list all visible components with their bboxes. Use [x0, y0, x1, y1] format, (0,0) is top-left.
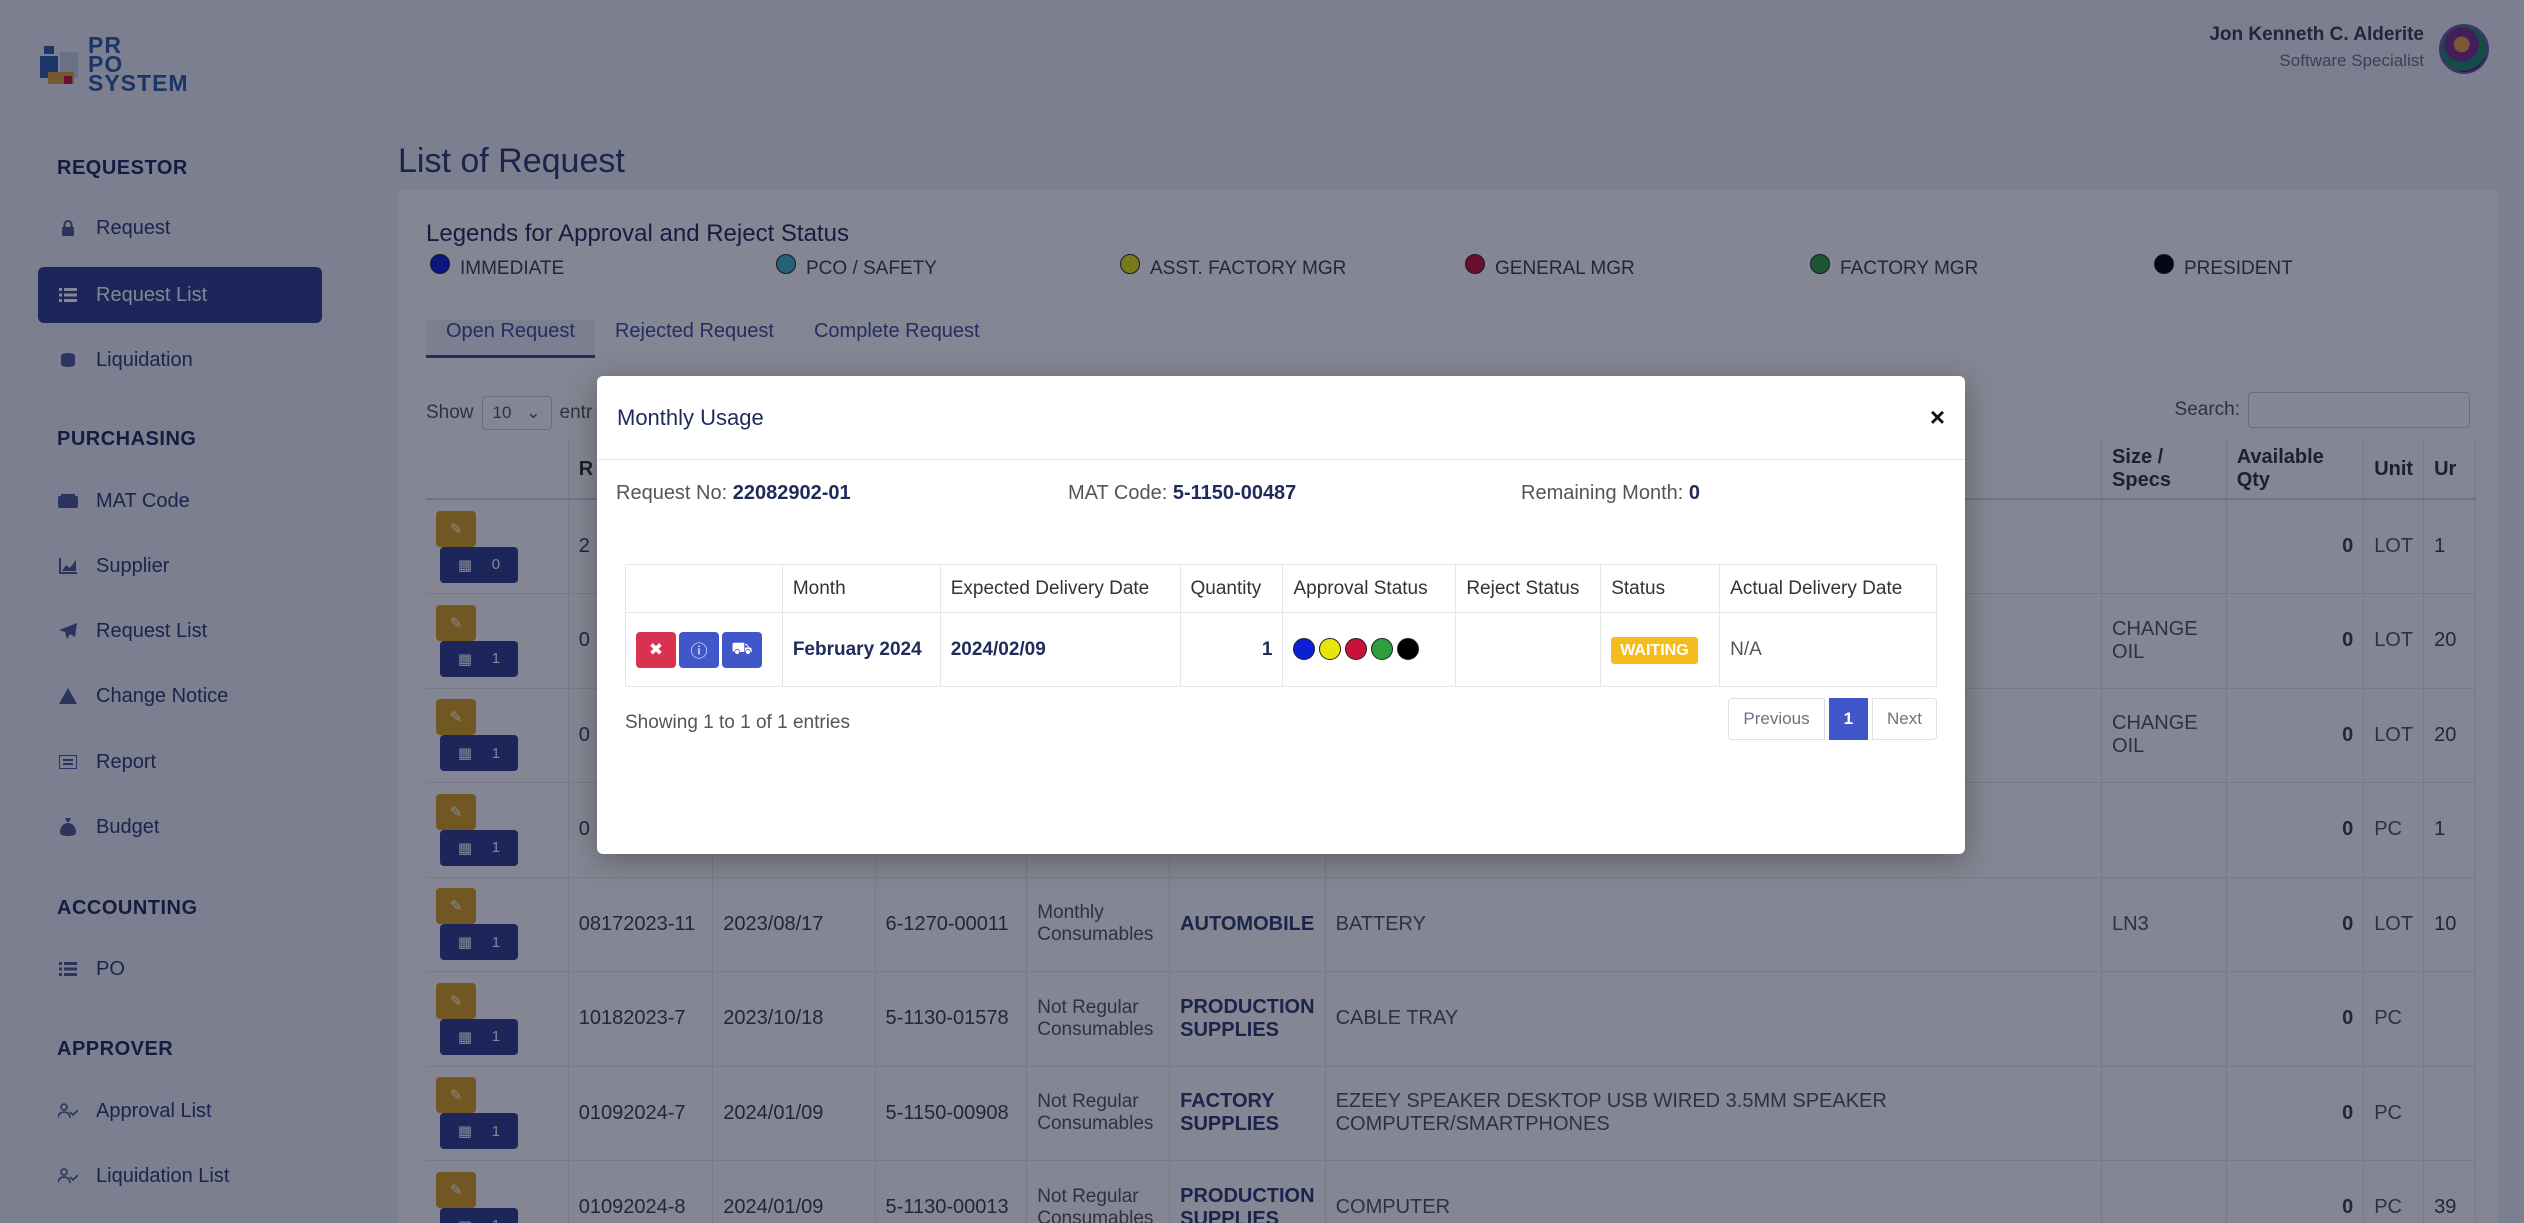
col-status[interactable]: Status [1600, 564, 1721, 613]
table-row: ✖ ⓘ ⛟ February 2024 2024/02/09 1 WAITING N… [625, 612, 1937, 687]
close-icon[interactable]: × [1930, 402, 1945, 433]
info-icon: ⓘ [690, 642, 708, 661]
request-no-field: Request No: 22082902-01 [616, 482, 851, 505]
approval-dot-icon [1345, 638, 1368, 661]
page-1-button[interactable]: 1 [1828, 698, 1869, 740]
reject-status-cell [1455, 612, 1602, 687]
mat-code-label: MAT Code: [1068, 482, 1168, 504]
table-header-row: Month Expected Delivery Date Quantity Ap… [625, 564, 1937, 613]
mat-code-field: MAT Code: 5-1150-00487 [1068, 482, 1296, 505]
modal-header: Monthly Usage × [597, 376, 1965, 460]
mat-code-value: 5-1150-00487 [1172, 482, 1297, 504]
col-quantity[interactable]: Quantity [1179, 564, 1284, 613]
entries-info: Showing 1 to 1 of 1 entries [625, 712, 850, 733]
previous-page-button[interactable]: Previous [1728, 698, 1825, 740]
remaining-month-field: Remaining Month: 0 [1521, 482, 1700, 505]
delete-button[interactable]: ✖ [636, 631, 676, 668]
approval-dot-icon [1397, 638, 1420, 661]
actual-date-cell: N/A [1719, 612, 1937, 687]
modal-title: Monthly Usage [617, 404, 764, 430]
col-approval-status[interactable]: Approval Status [1282, 564, 1457, 613]
approval-dot-icon [1319, 638, 1342, 661]
request-no-value: 22082902-01 [732, 482, 851, 504]
remaining-month-value: 0 [1688, 482, 1700, 504]
approval-dot-icon [1371, 638, 1394, 661]
request-no-label: Request No: [616, 482, 728, 504]
close-icon: ✖ [648, 639, 664, 659]
col-expected-delivery-date[interactable]: Expected Delivery Date [939, 564, 1181, 613]
next-page-button[interactable]: Next [1872, 698, 1937, 740]
approval-dot-icon [1293, 638, 1316, 661]
quantity-cell: 1 [1179, 612, 1284, 687]
status-cell: WAITING [1600, 612, 1721, 687]
delivery-button[interactable]: ⛟ [722, 631, 762, 668]
monthly-usage-modal: Monthly Usage × Request No: 22082902-01 … [597, 376, 1965, 854]
expected-date-cell: 2024/02/09 [939, 612, 1181, 687]
col-actions [625, 564, 783, 613]
row-actions: ✖ ⓘ ⛟ [625, 612, 783, 687]
pagination: Previous 1 Next [1728, 698, 1937, 740]
monthly-usage-table: Month Expected Delivery Date Quantity Ap… [625, 564, 1937, 687]
remaining-month-label: Remaining Month: [1521, 482, 1684, 504]
status-badge: WAITING [1611, 636, 1698, 664]
month-cell: February 2024 [781, 612, 941, 687]
truck-icon: ⛟ [731, 638, 753, 658]
col-month[interactable]: Month [781, 564, 941, 613]
info-button[interactable]: ⓘ [679, 631, 719, 668]
col-reject-status[interactable]: Reject Status [1455, 564, 1602, 613]
col-actual-delivery-date[interactable]: Actual Delivery Date [1719, 564, 1937, 613]
approval-status-cell [1282, 612, 1457, 687]
